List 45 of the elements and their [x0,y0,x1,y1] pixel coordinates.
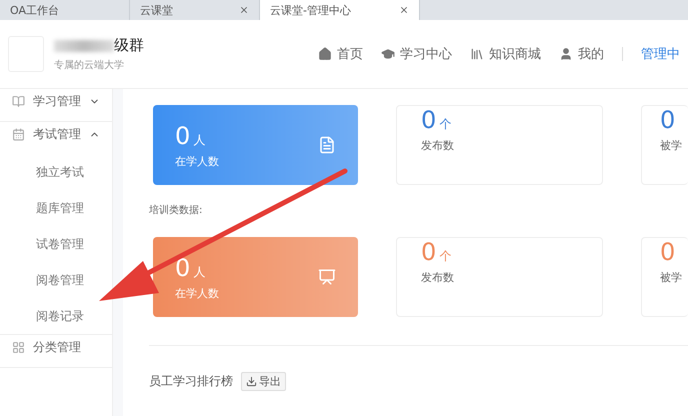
stat-value: 0 [421,238,436,266]
download-icon [246,376,257,387]
stat-value: 0 [660,106,676,134]
close-icon[interactable] [239,5,249,15]
user-icon [559,47,573,61]
sidebar-item[interactable]: 阅卷管理 [0,262,112,298]
sidebar-item[interactable]: 独立考试 [0,154,112,190]
browser-tab[interactable]: OA工作台 [0,0,130,20]
stat-value: 0 [175,254,190,282]
calendar-icon [12,128,25,140]
presenter-icon [318,268,336,286]
stat-unit: 人 [193,264,206,280]
document-icon [318,136,336,154]
stat-label: 被学 [660,138,683,153]
stat-label: 被学 [660,270,683,285]
brand-name: 级群 [114,36,144,55]
stat-value: 0 [421,106,436,134]
stat-unit: 个 [439,116,452,133]
home-icon [318,47,332,61]
nav-link[interactable]: 知识商城 [470,45,541,63]
stat-label: 发布数 [421,270,455,285]
graduation-cap-icon [381,47,395,61]
stat-label: 在学人数 [175,154,220,168]
export-button[interactable]: 导出 [241,372,286,391]
section-title: 培训类数据: [149,204,204,217]
stat-label: 发布数 [421,138,455,153]
stat-unit: 人 [193,132,206,148]
sidebar-item[interactable]: 试卷管理 [0,226,112,262]
close-icon[interactable] [399,5,409,15]
stat-label: 在学人数 [175,286,220,300]
blurred-text [54,40,114,52]
books-icon [470,47,484,61]
stat-value: 0 [660,238,676,266]
nav-link[interactable]: 首页 [318,45,363,63]
stat-unit: 个 [439,248,452,265]
nav-link[interactable]: 我的 [559,45,604,63]
stat-value: 0 [175,122,190,150]
sidebar-item[interactable]: 题库管理 [0,190,112,226]
nav-link[interactable]: 管理中 [641,45,680,63]
nav-link[interactable]: 学习中心 [381,45,452,63]
ranking-title: 员工学习排行榜 [149,373,233,390]
browser-tab[interactable]: 云课堂-管理中心 [260,0,420,20]
brand-subtitle: 专属的云端大学 [54,58,125,72]
book-icon [12,94,25,108]
grid-icon [12,340,25,354]
